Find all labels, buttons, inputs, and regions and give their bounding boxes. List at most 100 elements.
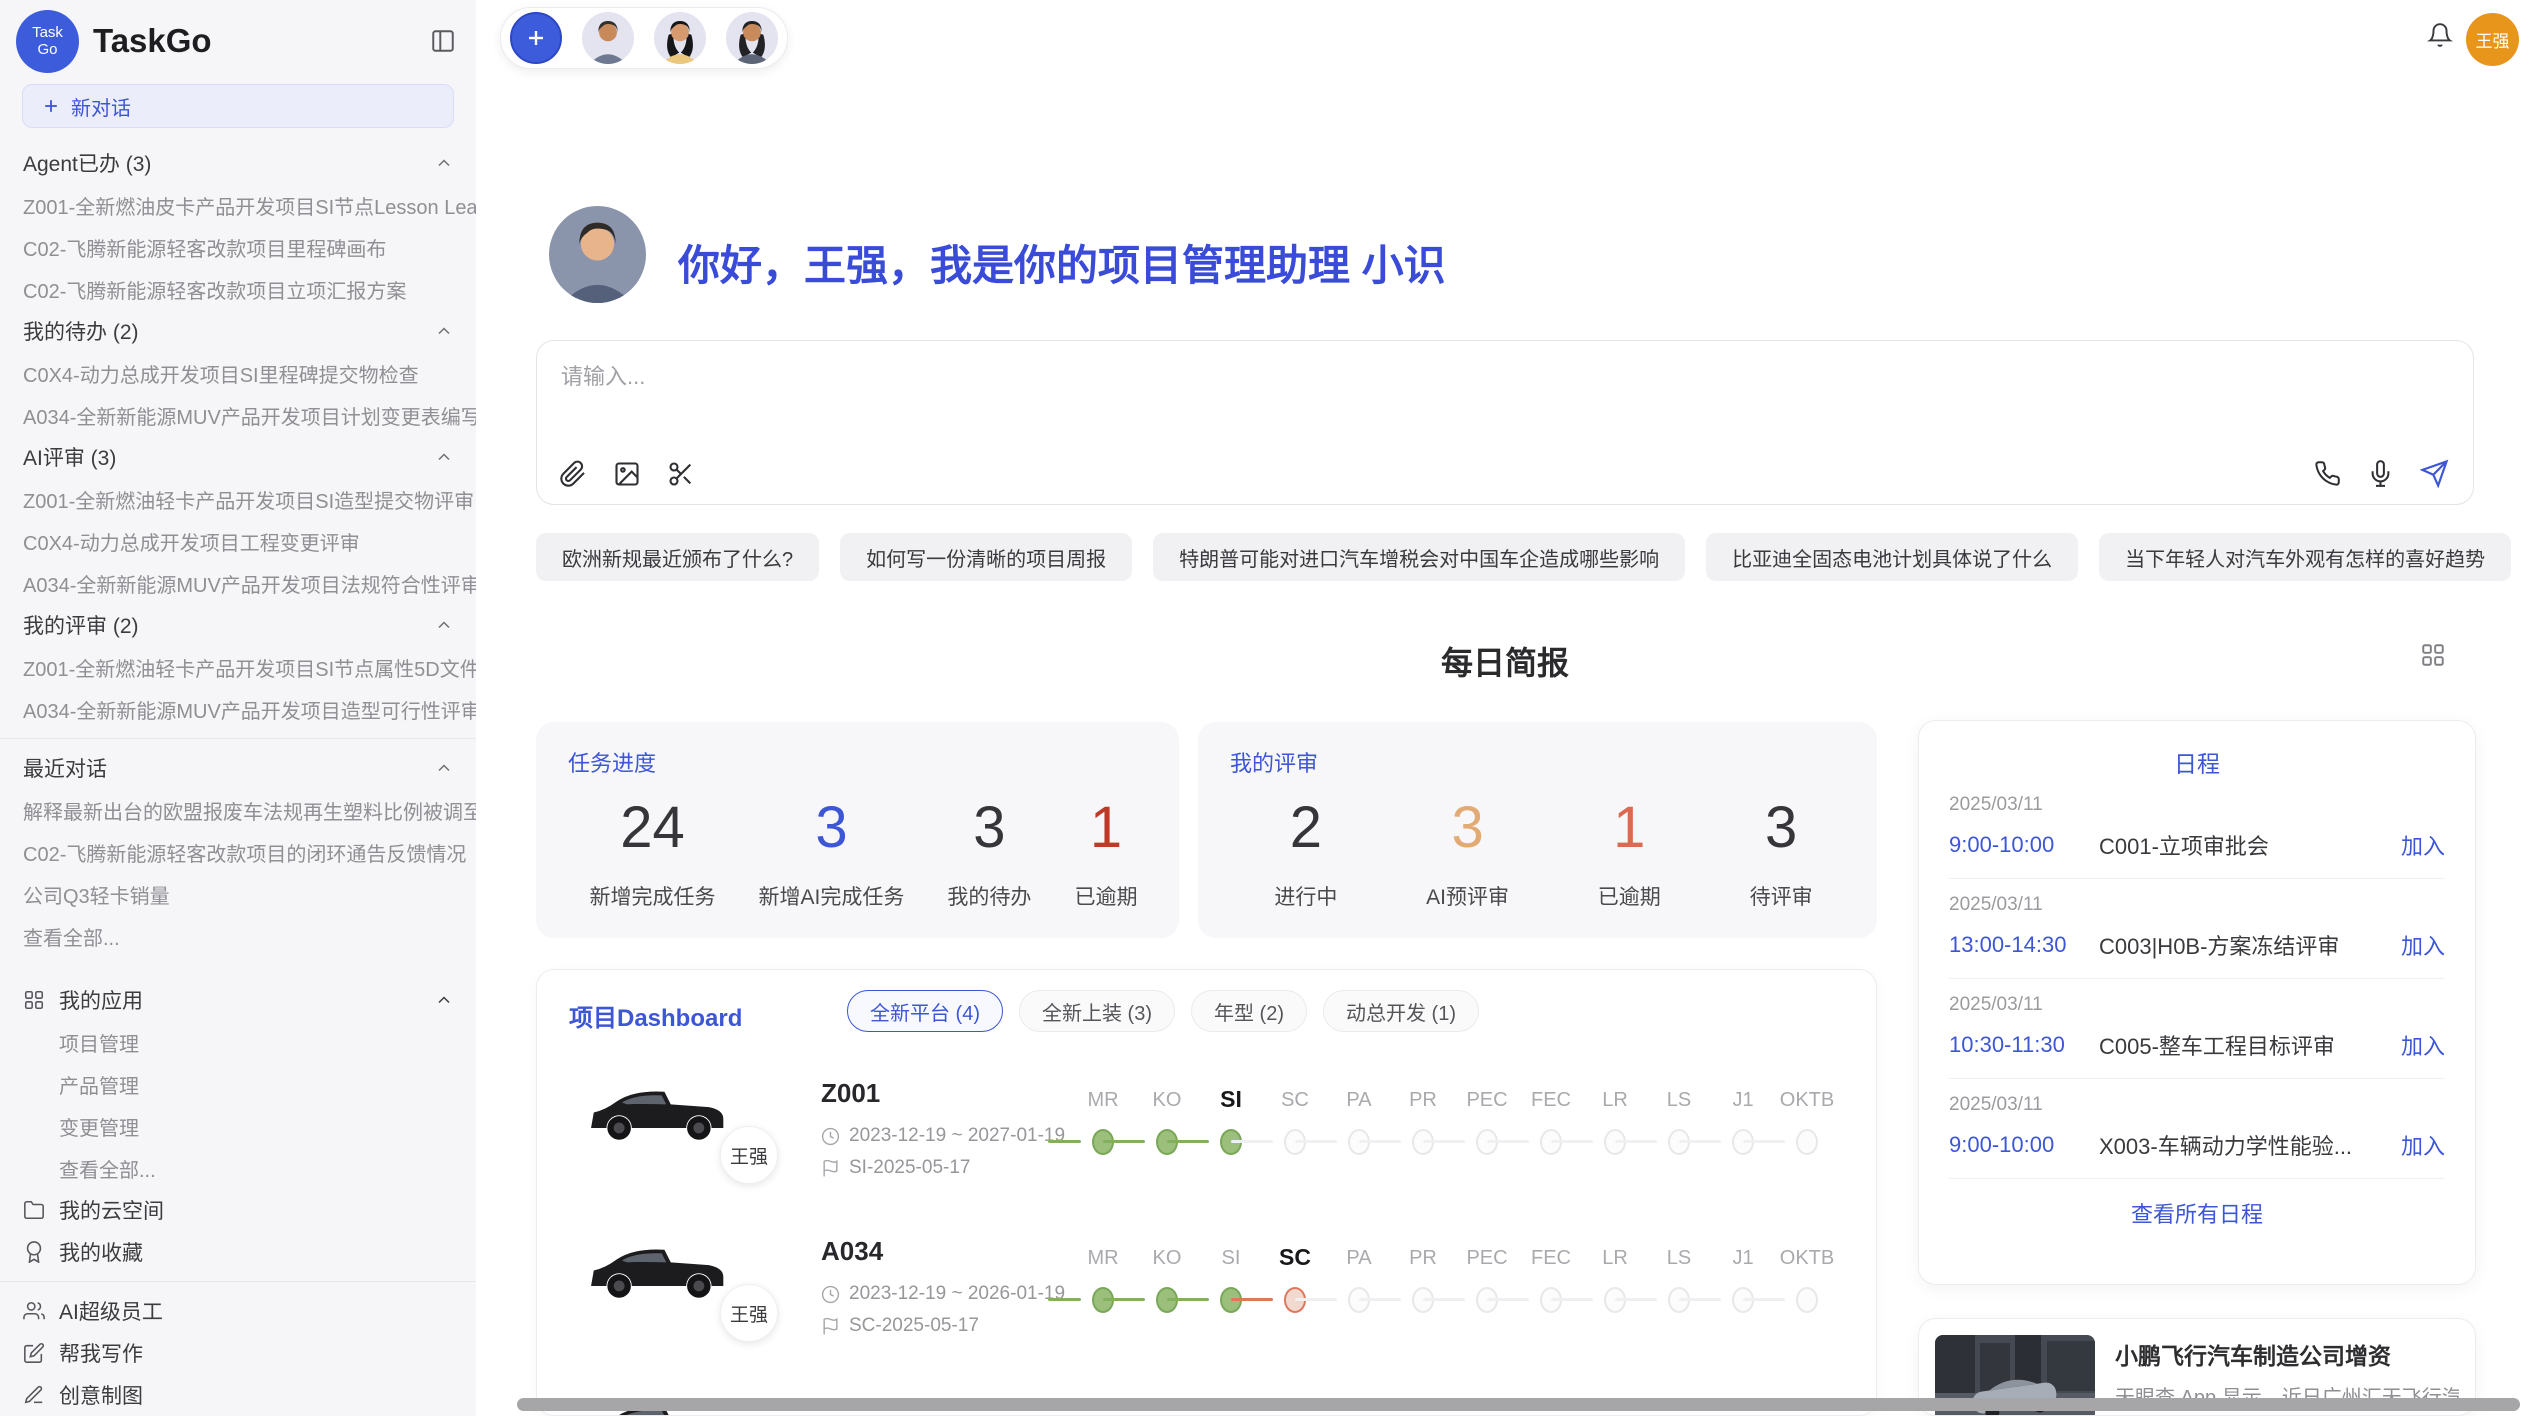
stat-card-0: 任务进度24新增完成任务3新增AI完成任务3我的待办1已逾期 — [536, 722, 1179, 938]
sidebar-app-item[interactable]: 变更管理 — [0, 1105, 476, 1147]
attachment-icon[interactable] — [559, 460, 587, 488]
sidebar-collapse-icon[interactable] — [430, 28, 456, 54]
stat-label: 进行中 — [1274, 881, 1337, 911]
notification-bell-icon[interactable] — [2427, 22, 2453, 48]
screenshot-scissors-icon[interactable] — [667, 460, 695, 488]
sidebar-task-item[interactable]: Z001-全新燃油轻卡产品开发项目SI节点属性5D文件评审 — [0, 646, 476, 688]
join-link[interactable]: 加入 — [2401, 1129, 2445, 1161]
milestone-line — [1615, 1140, 1657, 1143]
new-chat-button[interactable]: 新对话 — [22, 84, 454, 128]
suggestion-chip[interactable]: 如何写一份清晰的项目周报 — [840, 533, 1132, 581]
sidebar-tool-pen[interactable]: 创意制图 — [0, 1374, 476, 1416]
sidebar-task-item[interactable]: C0X4-动力总成开发项目SI里程碑提交物检查 — [0, 352, 476, 394]
schedule-event-title: C005-整车工程目标评审 — [2099, 1029, 2401, 1061]
stat-card-title: 任务进度 — [568, 746, 1159, 778]
sidebar-task-item[interactable]: A034-全新新能源MUV产品开发项目计划变更表编写 — [0, 394, 476, 436]
sidebar-app-item[interactable]: 项目管理 — [0, 1021, 476, 1063]
project-flag-date: SC-2025-05-17 — [821, 1315, 979, 1337]
dashboard-tab[interactable]: 年型 (2) — [1191, 990, 1307, 1032]
sidebar-tool-users[interactable]: AI超级员工 — [0, 1290, 476, 1332]
milestone-line — [1295, 1140, 1337, 1143]
send-icon[interactable] — [2420, 459, 2449, 488]
brief-layout-icon[interactable] — [2420, 642, 2446, 668]
milestone-dot — [1796, 1129, 1818, 1155]
sidebar-tool-edit[interactable]: 帮我写作 — [0, 1332, 476, 1374]
input-right-tools — [2314, 459, 2449, 488]
sidebar-task-item[interactable]: Z001-全新燃油皮卡产品开发项目SI节点Lesson Learn报告 — [0, 184, 476, 226]
sidebar-item-label: 我的应用 — [59, 985, 420, 1015]
sidebar-item-award[interactable]: 我的收藏 — [0, 1231, 476, 1273]
user-avatar[interactable]: 王强 — [2466, 13, 2519, 66]
chat-input[interactable] — [561, 359, 2449, 439]
sidebar-group-header-0[interactable]: Agent已办 (3) — [0, 142, 476, 184]
chevron-up-icon[interactable] — [434, 321, 454, 341]
microphone-icon[interactable] — [2367, 460, 2394, 487]
project-car-image — [582, 1067, 736, 1159]
chevron-up-icon[interactable] — [434, 615, 454, 635]
agent-switcher — [500, 7, 788, 69]
sidebar-recent-item[interactable]: 解释最新出台的欧盟报废车法规再生塑料比例被调至15%... — [0, 789, 476, 831]
view-all-schedule-link[interactable]: 查看所有日程 — [1949, 1197, 2445, 1229]
milestone-line — [1231, 1298, 1273, 1301]
sidebar-group-header-1[interactable]: 我的待办 (2) — [0, 310, 476, 352]
chevron-up-icon[interactable] — [434, 990, 454, 1010]
suggestion-chips: 欧洲新规最近颁布了什么? 如何写一份清晰的项目周报特朗普可能对进口汽车增税会对中国… — [536, 533, 2474, 581]
sidebar-item-folder[interactable]: 我的云空间 — [0, 1189, 476, 1231]
sidebar-app-item[interactable]: 查看全部... — [0, 1147, 476, 1189]
chevron-up-icon[interactable] — [434, 153, 454, 173]
news-title: 小鹏飞行汽车制造公司增资 — [2115, 1337, 2459, 1371]
sidebar-task-item[interactable]: C02-飞腾新能源轻客改款项目立项汇报方案 — [0, 268, 476, 310]
app-logo: Task Go — [16, 10, 79, 73]
project-dashboard-card: 项目Dashboard 全新平台 (4)全新上装 (3)年型 (2)动总开发 (… — [536, 969, 1877, 1416]
schedule-event-title: C003|H0B-方案冻结评审 — [2099, 929, 2401, 961]
sidebar-recent-item[interactable]: 查看全部... — [0, 915, 476, 957]
flag-icon — [821, 1317, 840, 1336]
suggestion-chip[interactable]: 欧洲新规最近颁布了什么? — [536, 533, 819, 581]
add-agent-button[interactable] — [510, 12, 562, 64]
suggestion-chip[interactable]: 特朗普可能对进口汽车增税会对中国车企造成哪些影响 — [1153, 533, 1685, 581]
daily-brief-title: 每日简报 — [536, 638, 2474, 684]
dashboard-tab[interactable]: 动总开发 (1) — [1323, 990, 1479, 1032]
agent-avatar[interactable] — [582, 12, 634, 64]
join-link[interactable]: 加入 — [2401, 929, 2445, 961]
schedule-item: 2025/03/119:00-10:00C001-立项审批会加入 — [1949, 779, 2445, 879]
join-link[interactable]: 加入 — [2401, 829, 2445, 861]
sidebar-recent-item[interactable]: 公司Q3轻卡销量 — [0, 873, 476, 915]
award-icon — [23, 1241, 45, 1263]
dashboard-tab[interactable]: 全新上装 (3) — [1019, 990, 1175, 1032]
sidebar-divider — [0, 1281, 476, 1282]
sidebar-task-item[interactable]: A034-全新新能源MUV产品开发项目法规符合性评审 — [0, 562, 476, 604]
sidebar-task-item[interactable]: C0X4-动力总成开发项目工程变更评审 — [0, 520, 476, 562]
chevron-up-icon[interactable] — [434, 758, 454, 778]
agent-avatar[interactable] — [726, 12, 778, 64]
stat-row: 2进行中3AI预评审1已逾期3待评审 — [1230, 794, 1857, 911]
sidebar-group-recent[interactable]: 最近对话 — [0, 747, 476, 789]
sidebar-task-item[interactable]: Z001-全新燃油轻卡产品开发项目SI造型提交物评审 — [0, 478, 476, 520]
sidebar-task-item[interactable]: C02-飞腾新能源轻客改款项目里程碑画布 — [0, 226, 476, 268]
sidebar-divider — [0, 738, 476, 739]
join-link[interactable]: 加入 — [2401, 1029, 2445, 1061]
sidebar-group-header-2[interactable]: AI评审 (3) — [0, 436, 476, 478]
sidebar-list: Agent已办 (3)Z001-全新燃油皮卡产品开发项目SI节点Lesson L… — [0, 128, 476, 1416]
sidebar-task-item[interactable]: A034-全新新能源MUV产品开发项目造型可行性评审 — [0, 688, 476, 730]
project-flag-date: SI-2025-05-17 — [821, 1157, 970, 1179]
image-upload-icon[interactable] — [613, 460, 641, 488]
suggestion-chip[interactable]: 当下年轻人对汽车外观有怎样的喜好趋势 — [2099, 533, 2511, 581]
chevron-up-icon[interactable] — [434, 447, 454, 467]
sidebar-recent-item[interactable]: C02-飞腾新能源轻客改款项目的闭环通告反馈情况 — [0, 831, 476, 873]
horizontal-scrollbar[interactable] — [517, 1398, 2520, 1411]
users-icon — [23, 1300, 45, 1322]
suggestion-chip[interactable]: 比亚迪全固态电池计划具体说了什么 — [1706, 533, 2078, 581]
sidebar-group-header-3[interactable]: 我的评审 (2) — [0, 604, 476, 646]
agent-avatar[interactable] — [654, 12, 706, 64]
voice-call-icon[interactable] — [2314, 460, 2341, 487]
sidebar-item-my-apps[interactable]: 我的应用 — [0, 979, 476, 1021]
stat-label: 已逾期 — [1598, 881, 1661, 911]
dashboard-tab[interactable]: 全新平台 (4) — [847, 990, 1003, 1032]
main-area: 王强 你好，王强，我是你的项目管理助理 小识 欧洲新规最近颁布了什么?如何写一份… — [476, 0, 2532, 1416]
sidebar-app-item[interactable]: 产品管理 — [0, 1063, 476, 1105]
schedule-row: 10:30-11:30C005-整车工程目标评审加入 — [1949, 1029, 2445, 1061]
milestone-line — [1103, 1298, 1145, 1301]
schedule-card: 日程 2025/03/119:00-10:00C001-立项审批会加入2025/… — [1918, 720, 2476, 1285]
schedule-event-title: X003-车辆动力学性能验... — [2099, 1129, 2401, 1161]
